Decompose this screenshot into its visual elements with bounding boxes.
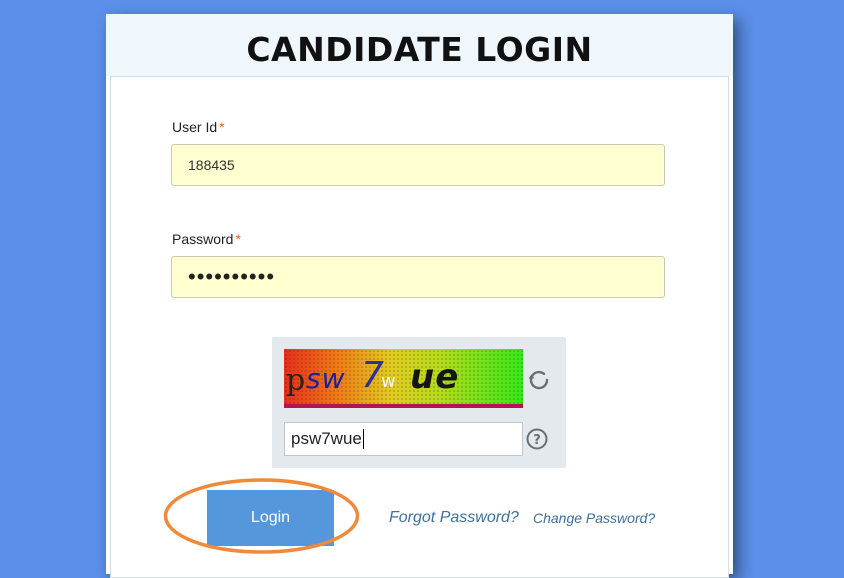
captcha-panel: p sw 7 w ue psw7wue ? bbox=[272, 337, 566, 468]
help-icon: ? bbox=[526, 428, 548, 450]
login-button[interactable]: Login bbox=[207, 490, 334, 546]
required-mark: * bbox=[219, 119, 225, 135]
captcha-char: ue bbox=[410, 357, 460, 397]
user-id-field[interactable]: 188435 bbox=[171, 144, 665, 186]
required-mark: * bbox=[235, 231, 241, 247]
refresh-icon bbox=[528, 370, 549, 390]
captcha-char: p bbox=[286, 363, 307, 398]
captcha-help-button[interactable]: ? bbox=[526, 428, 548, 450]
svg-text:?: ? bbox=[533, 433, 541, 448]
captcha-noise-band bbox=[284, 404, 523, 408]
forgot-password-link[interactable]: Forgot Password? bbox=[389, 509, 519, 527]
user-id-label: User Id * bbox=[172, 119, 225, 135]
password-label-text: Password bbox=[172, 231, 234, 247]
password-label: Password * bbox=[172, 231, 241, 247]
page-title: CANDIDATE LOGIN bbox=[246, 30, 593, 69]
captcha-input[interactable]: psw7wue bbox=[284, 422, 523, 456]
change-password-link[interactable]: Change Password? bbox=[533, 510, 655, 526]
login-button-label: Login bbox=[250, 509, 291, 526]
password-field[interactable]: •••••••••• bbox=[171, 256, 665, 298]
captcha-image: p sw 7 w ue bbox=[284, 349, 523, 408]
text-cursor bbox=[362, 429, 364, 449]
captcha-input-value: psw7wue bbox=[291, 429, 362, 448]
captcha-refresh-button[interactable] bbox=[526, 367, 552, 393]
password-value: •••••••••• bbox=[188, 264, 276, 289]
captcha-char: sw bbox=[306, 362, 346, 395]
captcha-char: w bbox=[381, 371, 397, 392]
card-header: CANDIDATE LOGIN bbox=[106, 14, 733, 76]
user-id-label-text: User Id bbox=[172, 119, 218, 135]
user-id-value: 188435 bbox=[188, 157, 235, 173]
captcha-image-text: p sw 7 w ue bbox=[286, 355, 521, 401]
